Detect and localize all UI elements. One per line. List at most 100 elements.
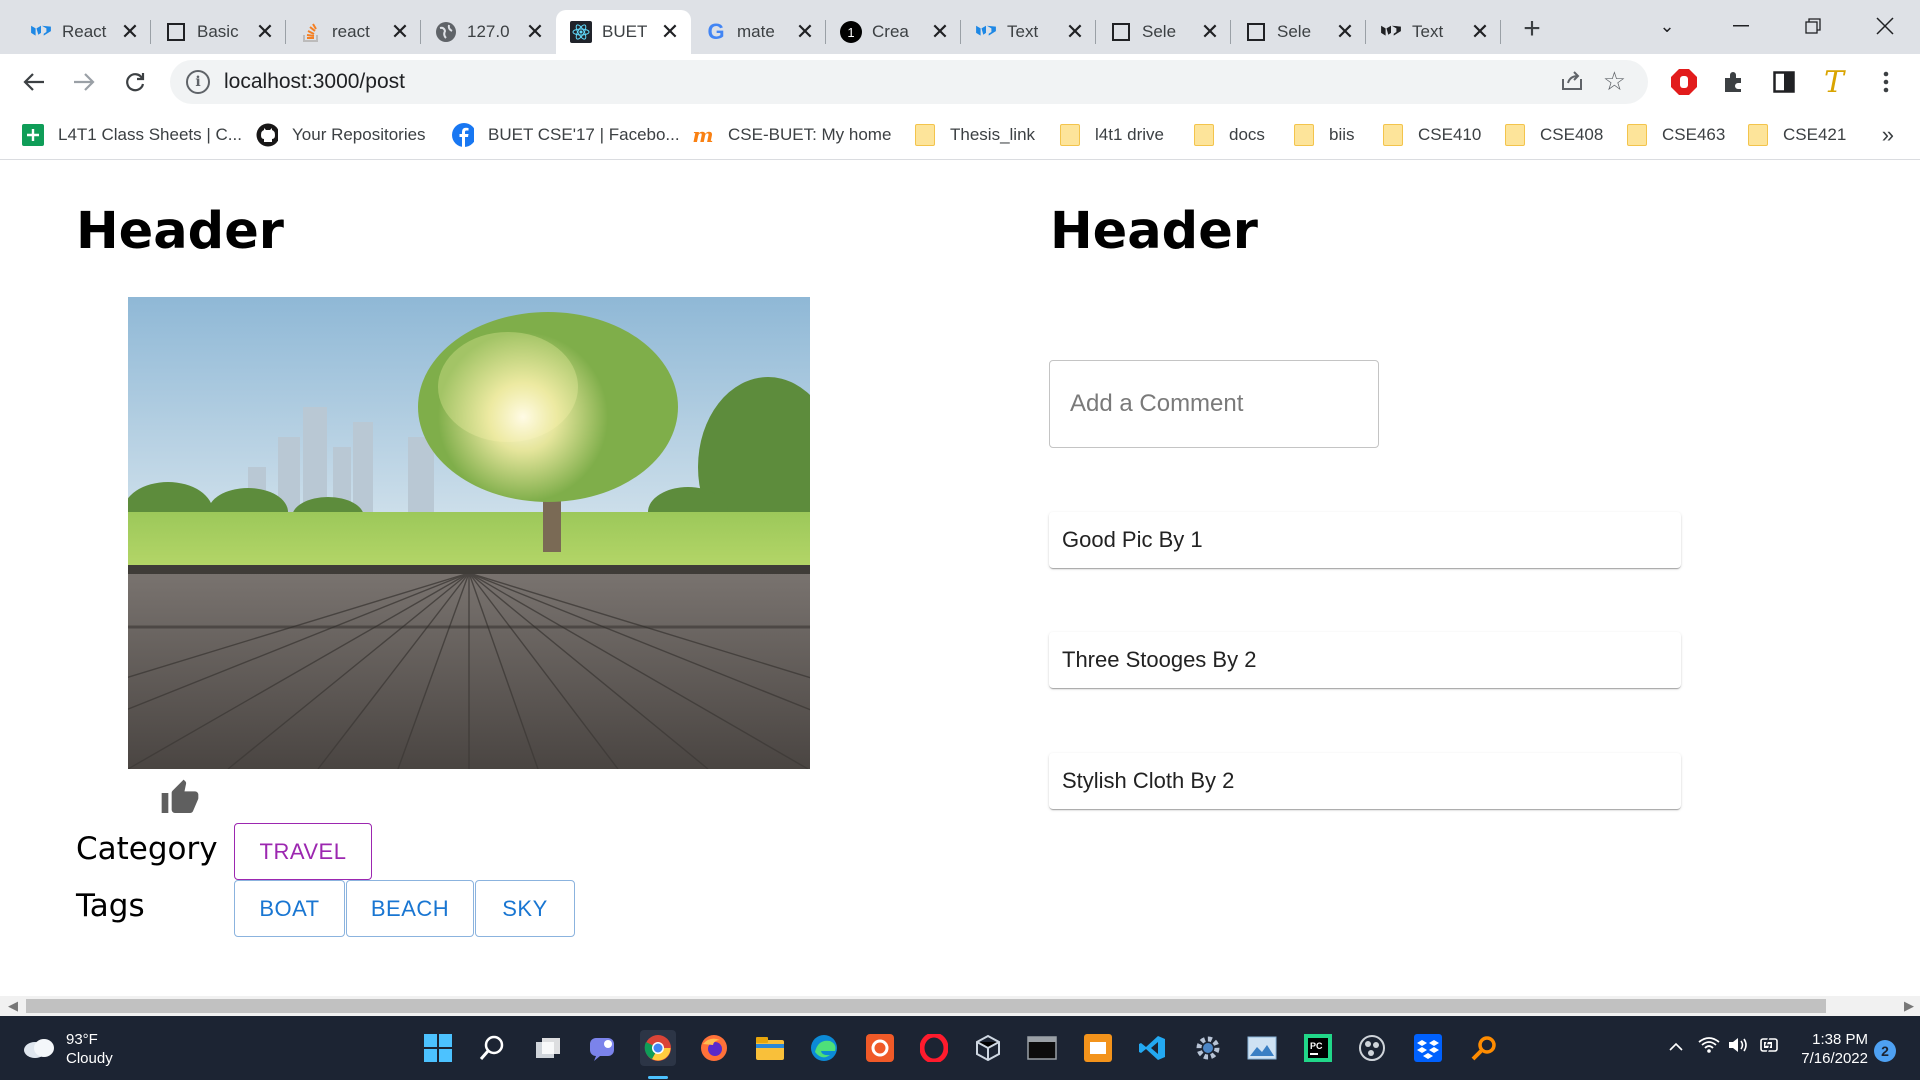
close-tab-icon[interactable]: ✕ [1199,19,1221,44]
bookmark-star-icon[interactable]: ☆ [1603,66,1626,97]
edge-icon[interactable] [806,1030,842,1066]
settings-gear-icon[interactable] [1190,1030,1226,1066]
scroll-left-arrow-icon[interactable]: ◀ [8,998,18,1014]
close-tab-icon[interactable]: ✕ [1334,19,1356,44]
browser-tab-active[interactable]: BUET ✕ [556,10,691,54]
browser-tab[interactable]: Sele ✕ [1231,10,1366,54]
browser-tab[interactable]: react ✕ [286,10,421,54]
tag-chip[interactable]: BOAT [234,880,345,937]
side-panel-icon[interactable] [1766,64,1802,100]
virtualbox-icon[interactable] [970,1030,1006,1066]
url-text[interactable]: localhost:3000/post [224,70,405,94]
volume-icon[interactable] [1728,1036,1750,1059]
office-app-icon[interactable] [862,1030,898,1066]
search-everything-icon[interactable] [1466,1030,1502,1066]
new-tab-button[interactable]: + [1515,12,1549,46]
browser-tab[interactable]: Text ✕ [1366,10,1501,54]
battery-icon[interactable] [1758,1036,1780,1059]
bookmark-folder[interactable]: biis [1293,120,1355,150]
vscode-icon[interactable] [1134,1030,1170,1066]
opera-icon[interactable] [916,1030,952,1066]
close-tab-icon[interactable]: ✕ [1064,19,1086,44]
tag-chip[interactable]: BEACH [346,880,474,937]
comment-input[interactable] [1070,387,1360,421]
bookmark-folder[interactable]: CSE408 [1504,120,1603,150]
forward-button[interactable] [66,64,102,100]
browser-tab[interactable]: 1 Crea ✕ [826,10,961,54]
close-tab-icon[interactable]: ✕ [929,19,951,44]
chrome-icon[interactable] [640,1030,676,1066]
comment-field[interactable] [1049,360,1379,448]
bookmark-item[interactable]: L4T1 Class Sheets | C... [22,120,242,150]
close-window-button[interactable] [1860,6,1910,46]
photos-app-icon[interactable] [1244,1030,1280,1066]
browser-tab[interactable]: Text ✕ [961,10,1096,54]
close-tab-icon[interactable]: ✕ [794,19,816,44]
slides-app-icon[interactable] [1080,1030,1116,1066]
close-tab-icon[interactable]: ✕ [1469,19,1491,44]
adblock-icon[interactable] [1666,64,1702,100]
close-tab-icon[interactable]: ✕ [524,19,546,44]
browser-tab[interactable]: Basic ✕ [151,10,286,54]
teams-chat-icon[interactable] [584,1030,620,1066]
bookmark-folder[interactable]: CSE410 [1382,120,1481,150]
file-explorer-icon[interactable] [752,1030,788,1066]
browser-tab[interactable]: React ✕ [16,10,151,54]
bookmark-folder[interactable]: CSE463 [1626,120,1725,150]
category-chip[interactable]: TRAVEL [234,823,372,880]
minimize-button[interactable] [1716,6,1766,46]
tab-search-chevron-icon[interactable]: ⌄ [1642,6,1692,46]
dropbox-icon[interactable] [1410,1030,1446,1066]
notification-badge[interactable]: 2 [1874,1040,1896,1062]
site-info-icon[interactable]: i [186,70,210,94]
close-tab-icon[interactable]: ✕ [659,19,681,44]
folder-icon [1504,124,1526,146]
clock[interactable]: 1:38 PM 7/16/2022 [1792,1030,1868,1068]
obs-icon[interactable] [1354,1030,1390,1066]
tags-label: Tags [76,888,145,924]
font-extension-icon[interactable]: T [1816,64,1852,100]
omnibox[interactable]: i localhost:3000/post ☆ [170,60,1648,104]
bookmark-folder[interactable]: CSE421 [1747,120,1846,150]
close-tab-icon[interactable]: ✕ [389,19,411,44]
browser-tab[interactable]: Sele ✕ [1096,10,1231,54]
category-label: Category [76,831,218,867]
bookmark-folder[interactable]: docs [1193,120,1265,150]
horizontal-scrollbar[interactable]: ◀ ▶ [0,996,1920,1016]
close-tab-icon[interactable]: ✕ [254,19,276,44]
comment-text: Stylish Cloth By 2 [1062,768,1235,793]
close-tab-icon[interactable]: ✕ [119,19,141,44]
browser-tab[interactable]: 127.0 ✕ [421,10,556,54]
cloud-icon [22,1035,56,1064]
pycharm-icon[interactable]: PC [1300,1030,1336,1066]
show-hidden-icons-chevron-icon[interactable] [1668,1036,1684,1057]
scrollbar-thumb[interactable] [26,999,1826,1013]
terminal-icon[interactable] [1024,1030,1060,1066]
reload-button[interactable] [117,64,153,100]
tag-chip[interactable]: SKY [475,880,575,937]
bookmark-folder[interactable]: l4t1 drive [1059,120,1164,150]
restore-button[interactable] [1788,6,1838,46]
browser-tab[interactable]: G mate ✕ [691,10,826,54]
browser-menu-icon[interactable] [1868,64,1904,100]
more-bookmarks-button[interactable]: » [1882,122,1894,148]
bookmark-item[interactable]: BUET CSE'17 | Facebo... [452,120,680,150]
windows-start-icon[interactable] [420,1030,456,1066]
share-icon[interactable] [1560,69,1584,98]
task-view-icon[interactable] [530,1030,566,1066]
google-icon: G [707,19,725,44]
weather-widget[interactable]: 93°F Cloudy [22,1030,113,1068]
bookmark-item[interactable]: Your Repositories [256,120,426,150]
wifi-icon[interactable] [1698,1036,1720,1059]
thumbs-up-icon[interactable] [160,778,200,818]
address-bar-row: i localhost:3000/post ☆ T [0,54,1920,110]
scroll-right-arrow-icon[interactable]: ▶ [1904,998,1914,1014]
bookmark-folder[interactable]: Thesis_link [914,120,1035,150]
folder-icon [914,124,936,146]
bookmark-item[interactable]: m CSE-BUET: My home [692,120,891,150]
firefox-icon[interactable] [696,1030,732,1066]
search-icon[interactable] [474,1030,510,1066]
mui-icon [975,21,997,43]
back-button[interactable] [16,64,52,100]
extensions-puzzle-icon[interactable] [1716,64,1752,100]
